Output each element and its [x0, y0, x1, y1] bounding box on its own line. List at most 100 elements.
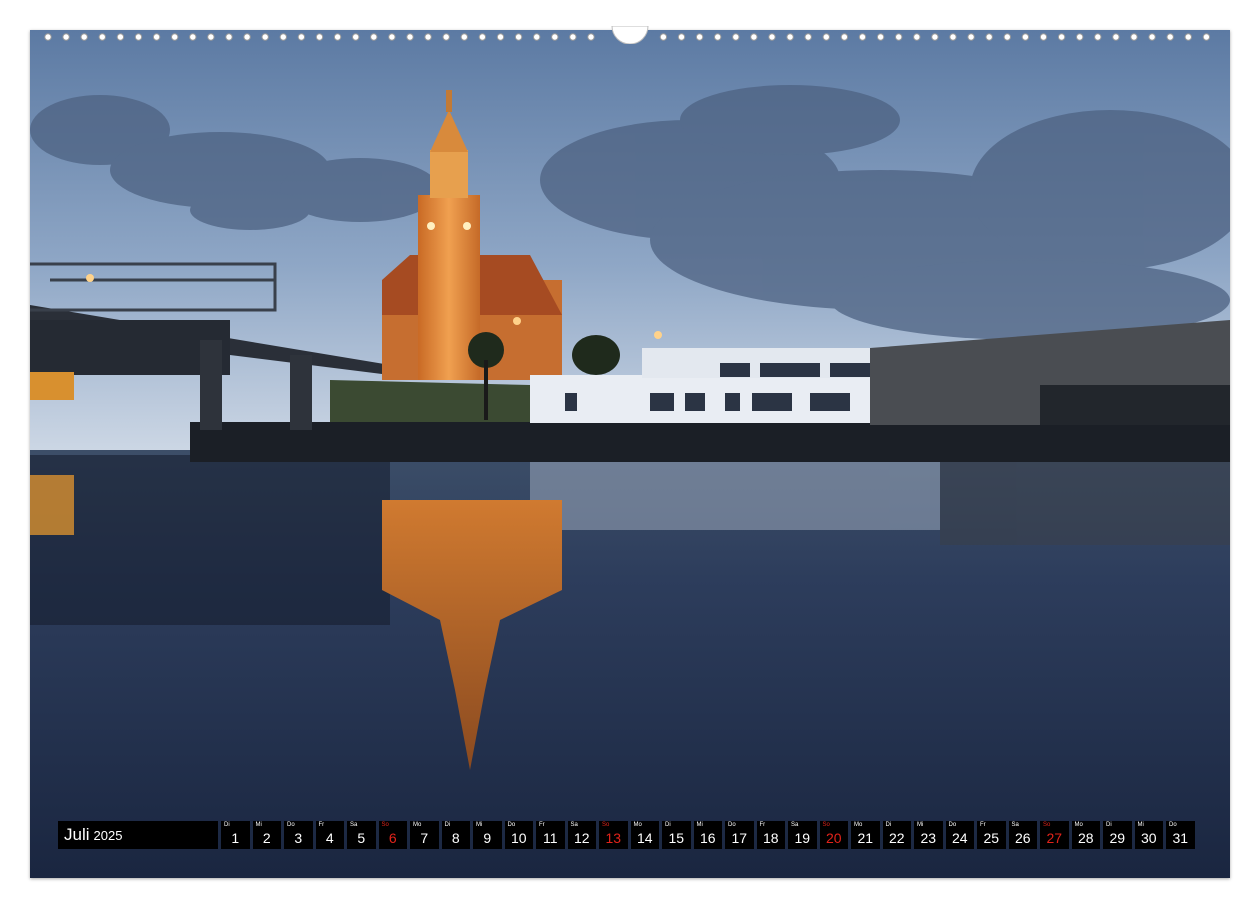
weekday-label: Mo — [633, 822, 642, 828]
binding-hole — [1076, 33, 1084, 41]
day-number: 10 — [510, 830, 527, 846]
day-cell: Mo 21 — [851, 821, 880, 849]
weekday-label: Fr — [980, 822, 986, 828]
weekday-label: Mi — [476, 822, 483, 828]
day-number: 1 — [231, 830, 240, 846]
day-number: 22 — [888, 830, 905, 846]
weekday-label: Mo — [854, 822, 863, 828]
calendar-strip: Juli 2025 Di 1 Mi 2 Do 3 Fr 4 Sa 5 So 6 Mo 7 Di 8 Mi 9 Do 1… — [58, 821, 1195, 849]
binding-hole — [1130, 33, 1138, 41]
binding-hole — [44, 33, 52, 41]
day-cell: Do 24 — [945, 821, 974, 849]
day-number: 7 — [420, 830, 429, 846]
day-number: 3 — [294, 830, 303, 846]
weekday-label: Sa — [570, 822, 578, 828]
weekday-label: Fr — [539, 822, 545, 828]
day-number: 8 — [451, 830, 460, 846]
day-cell: Mo 28 — [1071, 821, 1100, 849]
day-cell: So 20 — [819, 821, 848, 849]
binding-hole — [876, 33, 885, 41]
weekday-label: Di — [885, 822, 892, 828]
day-number: 14 — [636, 830, 653, 846]
day-cell: Sa 5 — [347, 821, 376, 849]
day-cell: Mi 30 — [1134, 821, 1163, 849]
binding-hole — [333, 33, 342, 41]
weekday-label: Do — [287, 822, 295, 828]
weekday-label: Fr — [318, 822, 325, 828]
weekday-label: Do — [507, 822, 516, 828]
binding-hole — [1148, 33, 1156, 41]
day-cell: Di 1 — [221, 821, 250, 849]
binding-hole — [677, 33, 686, 41]
day-cell: Sa 19 — [788, 821, 817, 849]
day-number: 25 — [983, 830, 1000, 846]
binding-hole — [1166, 33, 1174, 41]
binding-hole — [858, 33, 867, 41]
weekday-label: Do — [1169, 822, 1177, 828]
binding-hole — [496, 33, 505, 41]
day-number: 17 — [731, 830, 748, 846]
weekday-label: Fr — [759, 822, 766, 828]
day-cell: Fr 18 — [756, 821, 785, 849]
binding-hole — [714, 33, 722, 41]
binding-hole — [931, 33, 939, 41]
binding-hole — [442, 33, 450, 41]
binding-hole — [822, 33, 830, 41]
day-number: 16 — [699, 830, 716, 846]
month-label: Juli 2025 — [58, 821, 218, 849]
binding-hole — [80, 33, 88, 41]
day-number: 28 — [1077, 830, 1094, 846]
binding-hole — [1057, 33, 1066, 41]
binding-hole — [460, 33, 468, 41]
binding-hole — [1094, 33, 1102, 41]
binding-hole — [352, 33, 360, 41]
weekday-label: Do — [728, 822, 736, 828]
day-number: 29 — [1109, 830, 1126, 846]
day-cell: Mi 9 — [473, 821, 502, 849]
binding-hole — [1003, 33, 1011, 41]
binding-hole — [478, 33, 487, 41]
day-cell: Di 29 — [1103, 821, 1132, 849]
binding-hole — [587, 33, 595, 41]
weekday-label: Di — [1106, 822, 1112, 828]
month-name: Juli — [64, 825, 90, 844]
binding-hole — [732, 33, 740, 41]
binding-hole — [189, 33, 197, 41]
hanger-notch-icon — [611, 26, 649, 44]
day-number: 18 — [762, 830, 779, 846]
day-cell: Do 17 — [725, 821, 754, 849]
day-number: 24 — [951, 830, 968, 846]
binding-hole — [804, 33, 812, 41]
day-number: 4 — [325, 830, 334, 846]
day-cell: Sa 12 — [567, 821, 596, 849]
day-number: 15 — [668, 830, 685, 846]
day-cell: Mi 16 — [693, 821, 722, 849]
binding-hole — [370, 33, 378, 41]
binding-hole — [116, 33, 125, 41]
binding-hole — [1202, 33, 1211, 41]
day-cell: So 27 — [1040, 821, 1069, 849]
weekday-label: Di — [444, 822, 451, 828]
day-cell: Mi 23 — [914, 821, 943, 849]
day-cell: Fr 25 — [977, 821, 1006, 849]
day-cell: Fr 11 — [536, 821, 565, 849]
day-cell: Do 10 — [504, 821, 533, 849]
binding-hole — [243, 33, 251, 41]
binding-hole — [152, 33, 161, 41]
binding-hole — [533, 33, 541, 41]
binding-hole — [967, 33, 975, 41]
day-number: 6 — [388, 830, 397, 846]
binding-hole — [1112, 33, 1120, 41]
binding-hole — [768, 33, 776, 41]
weekday-label: Mo — [1074, 822, 1083, 828]
binding-hole — [134, 33, 143, 41]
day-cell: Do 3 — [284, 821, 313, 849]
weekday-label: Mi — [255, 822, 262, 828]
weekday-label: Di — [224, 822, 230, 828]
binding-hole — [297, 33, 306, 41]
day-number: 20 — [825, 830, 842, 846]
binding-hole — [985, 33, 993, 41]
weekday-label: Mi — [917, 822, 924, 828]
month-year: 2025 — [93, 827, 123, 843]
day-cell: Sa 26 — [1008, 821, 1037, 849]
